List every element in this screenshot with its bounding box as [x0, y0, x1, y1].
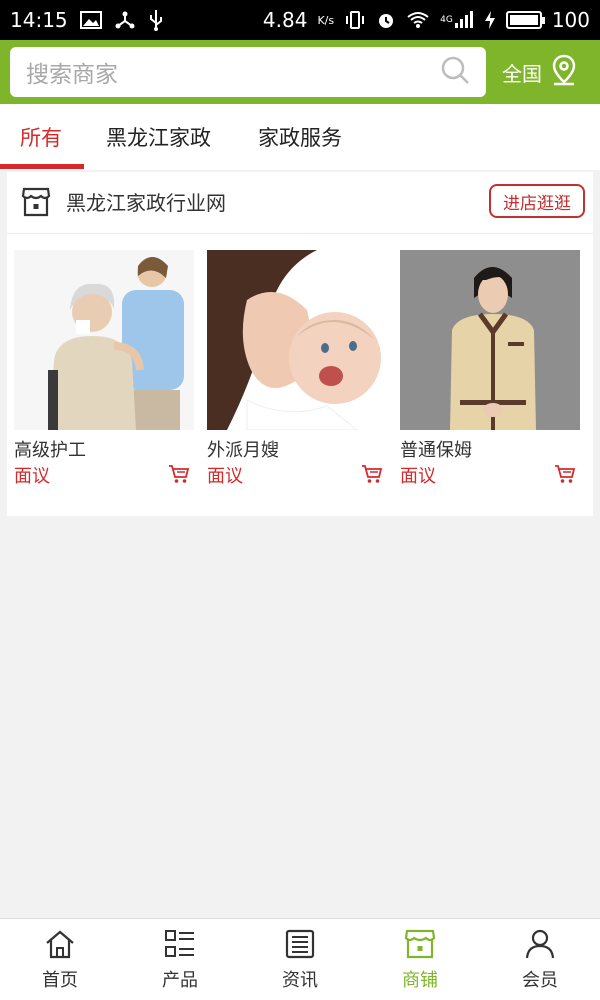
nav-member-label: 会员: [522, 970, 558, 991]
header-bar: 搜索商家 全国: [0, 40, 600, 104]
region-label: 全国: [502, 61, 542, 86]
nav-member[interactable]: 会员: [500, 929, 580, 992]
product-name[interactable]: 外派月嫂: [207, 436, 279, 462]
nav-products-label: 产品: [162, 970, 198, 991]
visit-shop-button[interactable]: 进店逛逛: [489, 184, 585, 218]
product-name[interactable]: 高级护工: [14, 436, 86, 462]
region-selector[interactable]: 全国: [502, 52, 578, 92]
nav-home[interactable]: 首页: [20, 929, 100, 992]
share-icon: [114, 10, 136, 30]
product-image-housekeeper[interactable]: [400, 250, 580, 430]
usb-icon: [148, 9, 164, 31]
product-card[interactable]: 外派月嫂 面议: [207, 250, 387, 487]
product-price: 面议: [207, 466, 243, 487]
gallery-icon: [79, 11, 102, 29]
category-tabs: 所有 黑龙江家政 家政服务: [0, 104, 600, 170]
nav-home-label: 首页: [42, 970, 78, 991]
product-list-icon: [164, 929, 196, 964]
network-speed-unit: K/s: [317, 13, 335, 27]
add-to-cart-icon[interactable]: [554, 464, 576, 488]
vibrate-icon: [344, 10, 366, 30]
tab-housekeeping-service[interactable]: 家政服务: [258, 122, 342, 152]
status-bar: 14:15 4.84 K/s 4G 100: [0, 0, 600, 40]
search-icon[interactable]: [440, 55, 470, 89]
active-tab-indicator: [0, 164, 84, 169]
nav-products[interactable]: 产品: [140, 929, 220, 992]
nav-news-label: 资讯: [282, 970, 318, 991]
tab-all[interactable]: 所有: [20, 122, 62, 152]
product-name[interactable]: 普通保姆: [400, 436, 472, 462]
product-price: 面议: [14, 466, 50, 487]
nav-shops-label: 商铺: [402, 970, 438, 991]
product-image-caregiver[interactable]: [14, 250, 194, 430]
search-placeholder: 搜索商家: [26, 62, 118, 88]
wifi-icon: [406, 11, 430, 29]
nav-shops[interactable]: 商铺: [380, 929, 460, 992]
shop-icon: [404, 929, 436, 964]
location-pin-icon: [550, 54, 578, 91]
add-to-cart-icon[interactable]: [361, 464, 383, 488]
alarm-icon: [376, 10, 396, 30]
signal-icon: 4G: [440, 11, 474, 29]
shop-name[interactable]: 黑龙江家政行业网: [66, 187, 226, 216]
product-price: 面议: [400, 466, 436, 487]
member-icon: [524, 929, 556, 964]
product-image-nanny[interactable]: [207, 250, 387, 430]
clock: 14:15: [10, 8, 68, 32]
battery-level: 100: [551, 8, 590, 32]
store-icon: [21, 186, 51, 222]
product-card[interactable]: 高级护工 面议: [14, 250, 194, 487]
search-input[interactable]: 搜索商家: [10, 47, 486, 97]
network-type: 4G: [440, 15, 453, 25]
shop-card: 黑龙江家政行业网 进店逛逛 高级护工 面议 外派月嫂 面议 普通保姆 面议: [7, 172, 593, 516]
battery-icon: [505, 11, 545, 29]
charging-icon: [484, 10, 496, 30]
home-icon: [44, 929, 76, 964]
product-card[interactable]: 普通保姆 面议: [400, 250, 580, 487]
nav-news[interactable]: 资讯: [260, 929, 340, 992]
bottom-navigation: 首页 产品 资讯 商铺 会员: [0, 918, 600, 1000]
news-icon: [284, 929, 316, 964]
add-to-cart-icon[interactable]: [168, 464, 190, 488]
tab-heilongjiang-housekeeping[interactable]: 黑龙江家政: [106, 122, 211, 152]
network-speed: 4.84: [262, 8, 308, 32]
shop-header: 黑龙江家政行业网 进店逛逛: [7, 172, 593, 234]
